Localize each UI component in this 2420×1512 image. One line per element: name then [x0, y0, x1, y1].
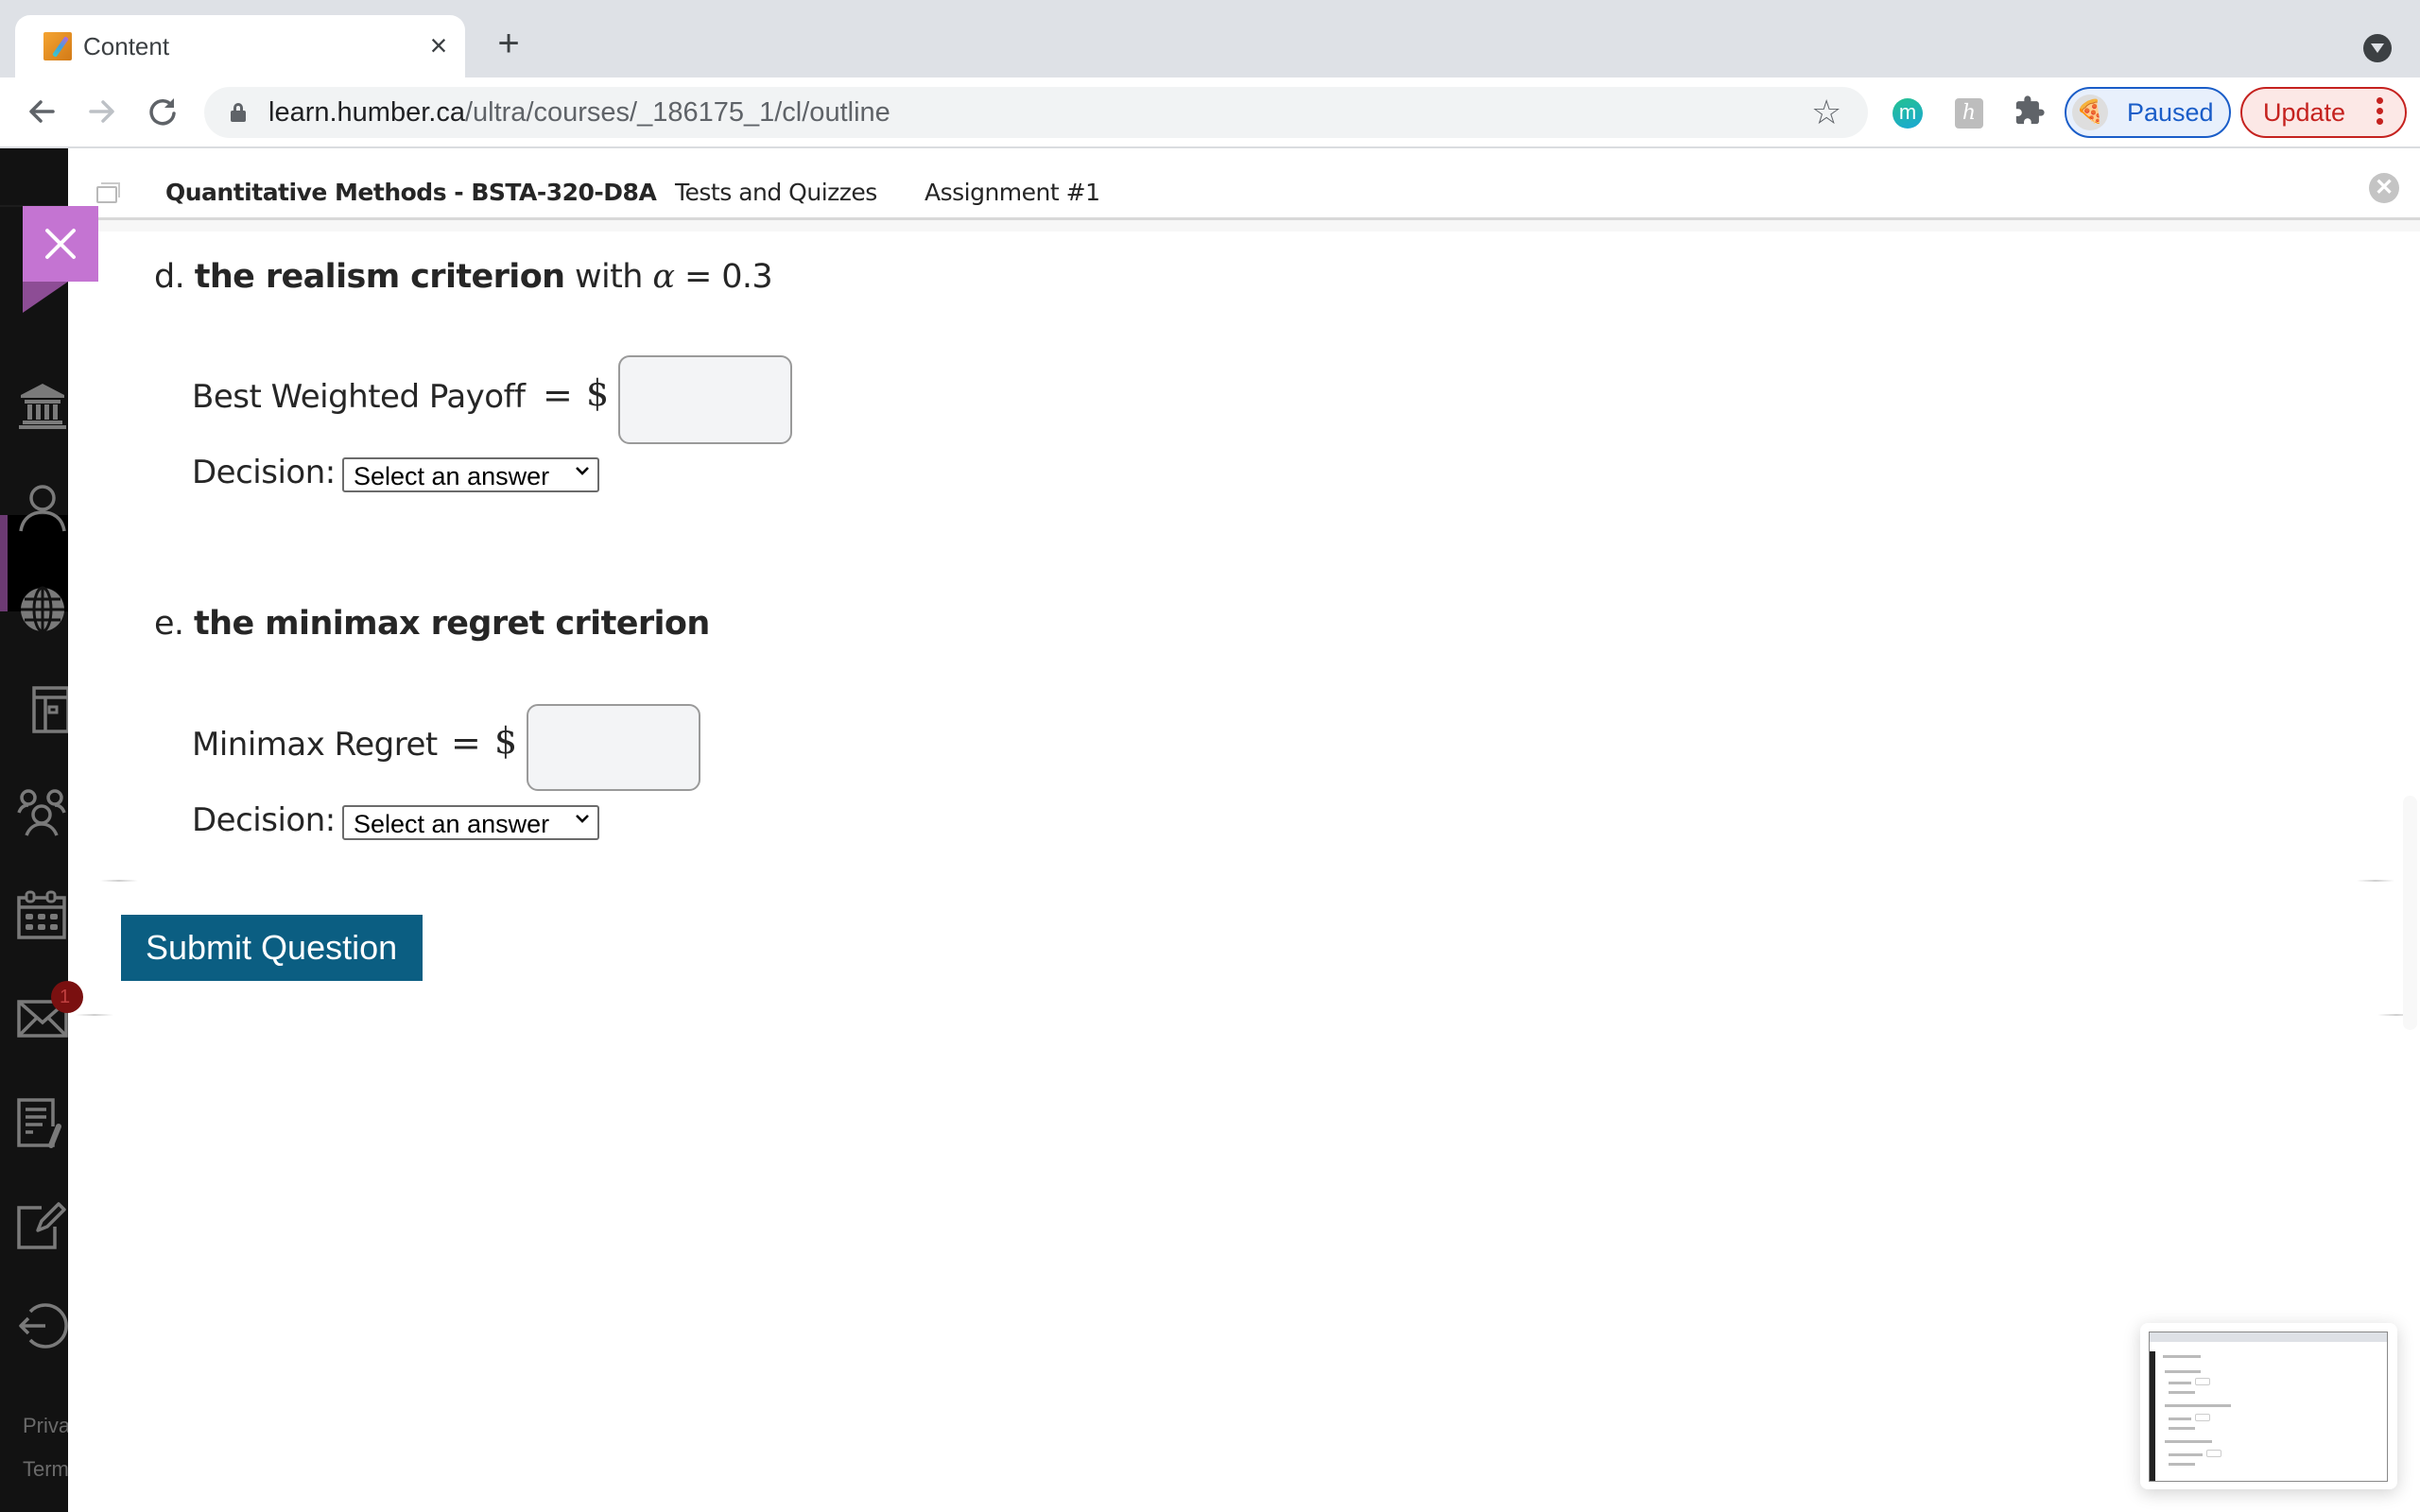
question-e-heading: e. the minimax regret criterion: [154, 605, 710, 643]
iframe-scrollbar-track[interactable]: [2403, 796, 2417, 1030]
course-header-bar: Quantitative Methods - BSTA-320-D8A Test…: [68, 148, 2420, 220]
dollar-sign: $: [586, 372, 610, 414]
group-people-icon: [17, 789, 66, 836]
question-title: the minimax regret criterion: [194, 605, 710, 643]
question-letter: e.: [154, 605, 184, 643]
sidebar-item-profile[interactable]: [17, 482, 68, 533]
decision-label: Decision:: [192, 801, 336, 839]
profile-status-label: Paused: [2127, 98, 2214, 127]
thumbnail-image: [2149, 1332, 2388, 1482]
institution-building-icon: [19, 384, 66, 429]
url-host: learn.humber.ca: [268, 97, 465, 128]
screenshot-thumbnail-preview[interactable]: [2140, 1323, 2397, 1489]
bookmark-star-icon[interactable]: ☆: [1811, 94, 1841, 130]
address-bar[interactable]: learn.humber.ca/ultra/courses/_186175_1/…: [204, 87, 1868, 138]
sidebar-item-sign-out[interactable]: [17, 1300, 68, 1351]
question-letter: d.: [154, 258, 185, 296]
equals-sign: =: [451, 722, 481, 764]
separator-top-left: [100, 880, 138, 882]
tab-close-icon[interactable]: ×: [422, 28, 456, 62]
separator-top-right: [2357, 880, 2394, 882]
question-suffix: with: [574, 258, 643, 296]
close-panel-button[interactable]: [23, 206, 98, 282]
header-shadow: [68, 220, 2420, 232]
close-circle-icon[interactable]: ✕: [2369, 173, 2399, 203]
globe-icon: [21, 586, 64, 633]
browser-update-button[interactable]: Update: [2240, 87, 2407, 138]
breadcrumb-course-title[interactable]: Quantitative Methods - BSTA-320-D8A: [165, 179, 657, 207]
best-weighted-payoff-label: Best Weighted Payoff: [192, 378, 526, 416]
equals-sign: =: [543, 374, 573, 416]
question-title: the realism criterion: [194, 258, 565, 296]
browser-tab-active[interactable]: Content ×: [15, 15, 465, 77]
kebab-menu-icon[interactable]: [2375, 94, 2384, 132]
terms-link[interactable]: Terms: [23, 1457, 68, 1482]
alpha-symbol: α: [652, 258, 675, 296]
tab-search-dropdown-icon[interactable]: [2363, 34, 2392, 62]
reload-icon[interactable]: [142, 91, 183, 132]
decision-select-e[interactable]: Select an answer: [342, 805, 599, 840]
sidebar-active-indicator: [0, 515, 8, 611]
sidebar-item-institution[interactable]: [17, 380, 68, 431]
courses-book-icon: [32, 686, 70, 733]
separator-bottom-left: [76, 1014, 113, 1016]
edit-square-pencil-icon: [17, 1202, 66, 1249]
sidebar-item-courses[interactable]: [17, 684, 70, 735]
chevron-down-icon: [575, 811, 590, 826]
sidebar-item-calendar[interactable]: [17, 890, 68, 941]
best-weighted-payoff-input[interactable]: [618, 355, 792, 444]
grades-document-icon: [17, 1098, 61, 1148]
decision-select-d[interactable]: Select an answer: [342, 457, 599, 492]
sidebar-item-tools[interactable]: [17, 1200, 68, 1251]
decision-label: Decision:: [192, 454, 336, 491]
selected-option: Select an answer: [354, 810, 550, 838]
close-x-icon: [45, 229, 76, 259]
extension-h-icon[interactable]: h: [1955, 98, 1983, 129]
minimax-regret-input[interactable]: [527, 704, 700, 791]
pencil-favicon-icon: [43, 32, 72, 60]
sidebar-item-activity[interactable]: [17, 584, 68, 635]
minimax-regret-label: Minimax Regret: [192, 726, 438, 764]
new-tab-plus-icon[interactable]: +: [492, 25, 526, 62]
panel-flag-fold: [23, 282, 68, 313]
submit-question-button[interactable]: Submit Question: [121, 915, 423, 981]
browser-tab-strip: Content × +: [0, 0, 2420, 77]
person-profile-icon: [19, 485, 66, 532]
extensions-puzzle-icon[interactable]: [2014, 94, 2046, 134]
windows-stack-icon: [96, 182, 120, 203]
tab-title: Content: [83, 32, 170, 60]
lock-icon[interactable]: [231, 103, 246, 122]
extension-m-icon[interactable]: m: [1893, 98, 1923, 129]
submit-label: Submit Question: [146, 928, 398, 967]
dollar-sign: $: [494, 720, 518, 762]
url-text[interactable]: learn.humber.ca/ultra/courses/_186175_1/…: [268, 97, 890, 128]
alpha-value: = 0.3: [683, 258, 773, 296]
sign-out-arrow-icon: [19, 1303, 68, 1349]
url-path: /ultra/courses/_186175_1/cl/outline: [464, 97, 890, 128]
pizza-avatar-icon: 🍕: [2072, 94, 2108, 130]
calendar-icon: [17, 890, 66, 939]
update-label: Update: [2263, 98, 2346, 127]
chevron-down-icon: [575, 463, 590, 478]
selected-option: Select an answer: [354, 462, 550, 490]
breadcrumb-assignment[interactable]: Assignment #1: [925, 179, 1100, 207]
sidebar-item-grades[interactable]: [17, 1098, 68, 1149]
back-arrow-icon[interactable]: [21, 91, 62, 132]
privacy-link[interactable]: Privacy: [23, 1414, 68, 1438]
browser-toolbar: learn.humber.ca/ultra/courses/_186175_1/…: [0, 77, 2420, 148]
question-d-heading: d. the realism criterion with α = 0.3: [154, 258, 773, 296]
messages-count-badge: 1: [51, 981, 83, 1013]
profile-paused-button[interactable]: 🍕 Paused: [2065, 87, 2231, 138]
breadcrumb-tests-and-quizzes[interactable]: Tests and Quizzes: [675, 179, 877, 207]
sidebar-item-organizations[interactable]: [17, 786, 68, 837]
forward-arrow-icon[interactable]: [81, 91, 123, 132]
